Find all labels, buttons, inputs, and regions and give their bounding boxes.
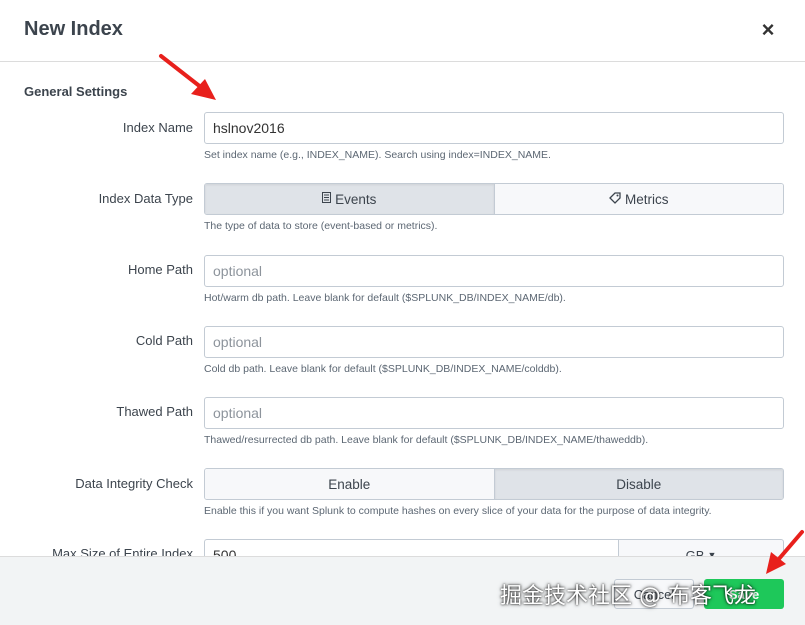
section-title: General Settings [24,84,128,99]
events-option[interactable]: Events [205,184,494,214]
max-size-label: Max Size of Entire Index [52,546,193,556]
metrics-option-label: Metrics [625,191,669,207]
dialog-body: General Settings Index Name Set index na… [0,62,805,556]
tag-icon [609,191,621,207]
cancel-button[interactable]: Cancel [614,579,694,609]
disable-option[interactable]: Disable [493,469,783,499]
size-unit-dropdown[interactable]: GB ▼ [618,539,784,556]
dialog-header: New Index × [0,0,805,62]
index-name-input[interactable] [204,112,784,144]
list-icon [322,192,332,206]
data-type-toggle: Events Metrics [204,183,784,215]
integrity-label: Data Integrity Check [75,476,193,491]
events-option-label: Events [335,191,377,207]
data-type-help: The type of data to store (event-based o… [204,220,438,232]
index-name-label: Index Name [122,120,193,135]
home-path-input[interactable] [204,255,784,287]
home-path-label: Home Path [127,262,193,277]
data-type-label: Index Data Type [98,191,193,206]
new-index-dialog: New Index × General Settings Index Name … [0,0,805,625]
index-name-help: Set index name (e.g., INDEX_NAME). Searc… [204,149,551,161]
metrics-option[interactable]: Metrics [493,184,783,214]
integrity-help: Enable this if you want Splunk to comput… [204,505,712,517]
thawed-path-input[interactable] [204,397,784,429]
close-icon[interactable]: × [757,19,779,41]
max-size-input[interactable] [204,539,618,556]
cold-path-input[interactable] [204,326,784,358]
size-unit-value: GB [685,547,705,557]
save-button[interactable]: Save [704,579,784,609]
thawed-path-label: Thawed Path [116,404,193,419]
cold-path-help: Cold db path. Leave blank for default ($… [204,363,562,375]
cold-path-label: Cold Path [135,333,193,348]
home-path-help: Hot/warm db path. Leave blank for defaul… [204,292,566,304]
enable-option[interactable]: Enable [205,469,494,499]
thawed-path-help: Thawed/resurrected db path. Leave blank … [204,434,649,446]
dialog-title: New Index [24,18,123,40]
integrity-toggle: Enable Disable [204,468,784,500]
dialog-footer: Cancel Save [0,556,805,625]
